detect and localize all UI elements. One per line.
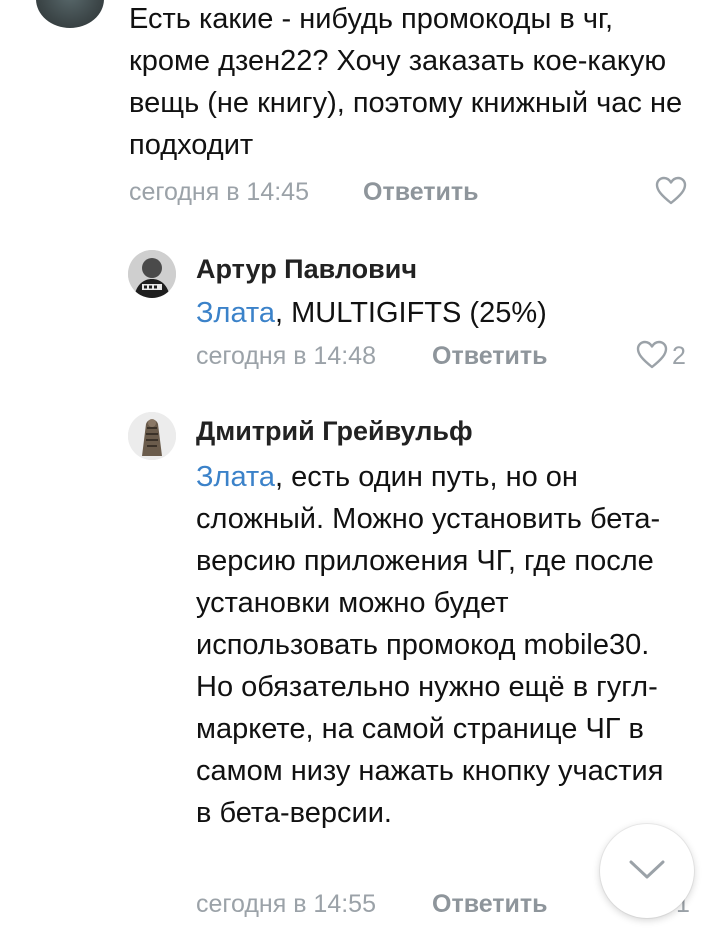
heart-icon bbox=[655, 176, 687, 205]
reply-button[interactable]: Ответить bbox=[432, 340, 548, 372]
avatar[interactable] bbox=[128, 412, 176, 460]
like-button[interactable] bbox=[636, 340, 668, 375]
comment-timestamp: сегодня в 14:45 bbox=[129, 178, 309, 206]
heart-icon bbox=[636, 340, 668, 369]
mention-link[interactable]: Злата bbox=[196, 297, 275, 329]
scroll-down-button[interactable] bbox=[600, 824, 694, 918]
comment-text: Злата, есть один путь, но он сложный. Мо… bbox=[196, 456, 686, 834]
like-count: 2 bbox=[672, 342, 686, 370]
avatar-image bbox=[128, 250, 176, 298]
comment-text: Есть какие - нибудь промокоды в чг, кром… bbox=[129, 3, 683, 161]
chevron-down-icon bbox=[629, 860, 665, 879]
comment-author[interactable]: Дмитрий Грейвульф bbox=[196, 414, 473, 448]
like-button[interactable] bbox=[655, 176, 687, 211]
comment-timestamp: сегодня в 14:55 bbox=[196, 890, 376, 918]
comment-body: , MULTIGIFTS (25%) bbox=[275, 297, 547, 329]
comment-text: Злата, MULTIGIFTS (25%) bbox=[196, 292, 676, 334]
avatar[interactable] bbox=[128, 250, 176, 298]
avatar-image bbox=[128, 412, 176, 460]
comments-screen: { "comments": [ { "author": "", "mention… bbox=[0, 0, 720, 928]
comment-timestamp: сегодня в 14:48 bbox=[196, 342, 376, 370]
avatar[interactable] bbox=[36, 0, 104, 28]
reply-button[interactable]: Ответить bbox=[363, 176, 479, 208]
comment-body: , есть один путь, но он сложный. Можно у… bbox=[196, 461, 664, 829]
mention-link[interactable]: Злата bbox=[196, 461, 275, 493]
reply-button[interactable]: Ответить bbox=[432, 888, 548, 920]
comment-author[interactable]: Артур Павлович bbox=[196, 252, 417, 286]
